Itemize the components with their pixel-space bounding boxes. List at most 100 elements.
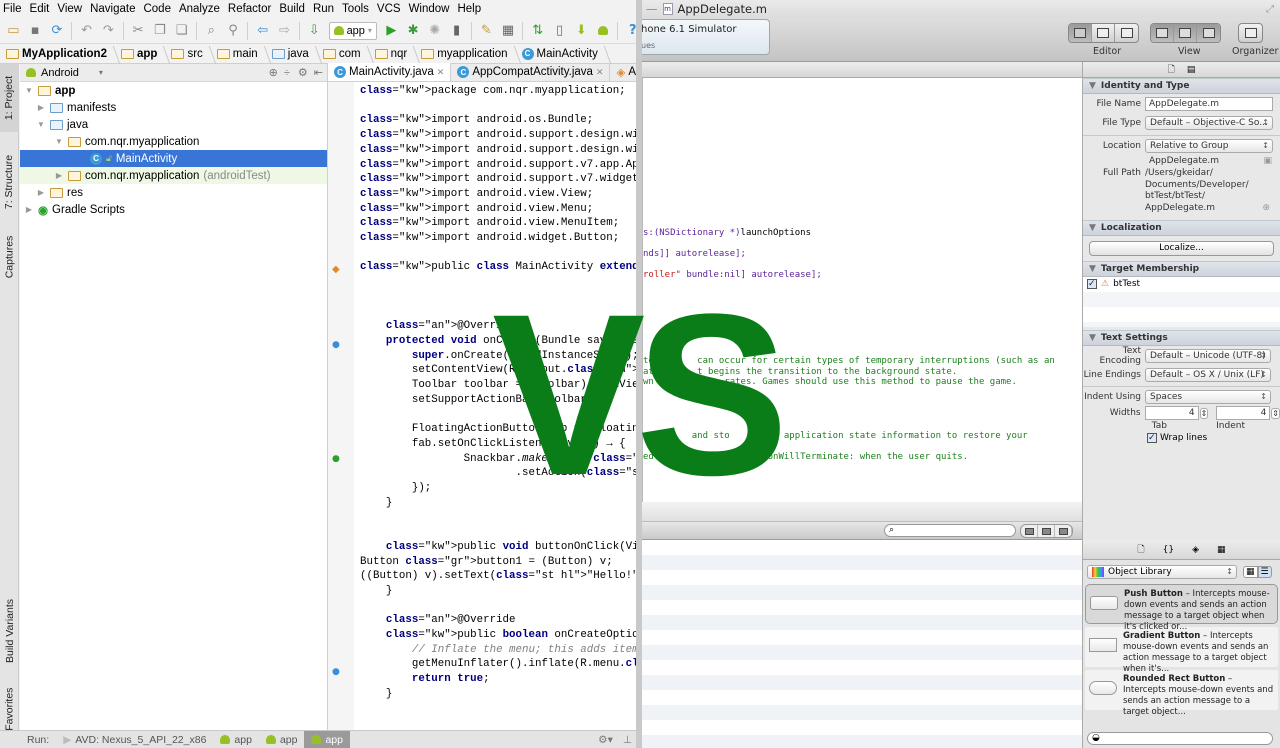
variables-view-icon[interactable] — [1021, 525, 1038, 537]
menu-help[interactable]: Help — [457, 3, 481, 15]
chevron-down-icon[interactable]: ▾ — [99, 68, 103, 77]
tree-node-res[interactable]: ▶ res — [20, 184, 327, 201]
indent-using-popup[interactable]: Spaces — [1145, 389, 1271, 404]
tab-appcompatactivity-java[interactable]: C AppCompatActivity.java ✕ — [451, 63, 611, 81]
gradle-sync-icon[interactable]: ⇅ — [530, 23, 545, 39]
library-item-push-button[interactable]: Push Button – Intercepts mouse-down even… — [1085, 584, 1278, 632]
editor-mode-segmented[interactable] — [1068, 23, 1139, 43]
run-tab-avd[interactable]: ▶ AVD: Nexus_5_API_22_x86 — [56, 731, 213, 748]
tree-node-gradle-scripts[interactable]: ▶ ◉ Gradle Scripts — [20, 201, 327, 218]
breadcrumb-item[interactable]: com — [322, 48, 371, 60]
library-selector[interactable]: Object Library — [1087, 565, 1237, 579]
version-editor-icon[interactable] — [1115, 24, 1138, 42]
collapse-arrow-icon[interactable]: ▶ — [24, 205, 34, 214]
make-project-icon[interactable]: ⇩ — [307, 23, 322, 39]
reveal-folder-icon[interactable]: ▣ — [1263, 155, 1272, 167]
close-icon[interactable]: ✕ — [437, 67, 445, 78]
breadcrumb-item[interactable]: main — [216, 48, 268, 60]
tab-captures[interactable]: Captures — [0, 228, 19, 286]
file-name-field[interactable]: AppDelegate.m — [1145, 96, 1273, 111]
library-item-gradient-button[interactable]: Gradient Button – Intercepts mouse-down … — [1085, 627, 1278, 674]
menu-window[interactable]: Window — [409, 3, 450, 15]
section-localization[interactable]: ▼ Localization — [1083, 220, 1280, 236]
scroll-from-source-icon[interactable]: ⊕ — [269, 66, 278, 79]
location-popup[interactable]: Relative to Group — [1145, 138, 1273, 153]
tree-node-manifests[interactable]: ▶ manifests — [20, 99, 327, 116]
breadcrumb-item[interactable]: nqr — [374, 48, 418, 60]
breadcrumb-item[interactable]: src — [171, 48, 212, 60]
organizer-icon[interactable] — [1239, 24, 1262, 42]
text-encoding-popup[interactable]: Default – Unicode (UTF-8) — [1145, 348, 1271, 363]
source-editor[interactable]: s:(NSDictionary *)launchOptions nds]] au… — [642, 78, 1082, 502]
menu-edit[interactable]: Edit — [30, 3, 50, 15]
menu-navigate[interactable]: Navigate — [90, 3, 135, 15]
assistant-editor-icon[interactable] — [1092, 24, 1115, 42]
section-text-settings[interactable]: ▼ Text Settings — [1083, 330, 1280, 346]
run-tab-app[interactable]: app — [259, 731, 305, 748]
file-template-library-icon[interactable]: 🗋︎ — [1137, 542, 1144, 558]
expand-arrow-icon[interactable]: ▼ — [54, 137, 64, 146]
jump-bar[interactable] — [640, 62, 1082, 78]
collapse-all-icon[interactable]: ÷ — [284, 67, 290, 79]
debug-area-toggle-icon[interactable] — [1174, 24, 1197, 42]
checkbox-checked-icon[interactable]: ✓ — [1147, 433, 1157, 443]
line-endings-popup[interactable]: Default – OS X / Unix (LF) — [1145, 367, 1271, 382]
menu-file[interactable]: File — [3, 3, 22, 15]
breadcrumb-item[interactable]: MyApplication2 — [6, 48, 117, 60]
navigator-toggle-icon[interactable] — [1151, 24, 1174, 42]
sync-icon[interactable]: ⟳ — [50, 23, 65, 39]
open-folder-icon[interactable]: ▭ — [6, 23, 21, 39]
collapse-arrow-icon[interactable]: ▶ — [36, 103, 46, 112]
tab-build-variants[interactable]: Build Variants — [0, 588, 19, 674]
breadcrumb-item[interactable]: C MainActivity — [521, 47, 608, 60]
file-inspector-icon[interactable]: 🗋︎ — [1168, 62, 1175, 78]
copy-icon[interactable]: ❐ — [152, 23, 167, 39]
menu-refactor[interactable]: Refactor — [228, 3, 271, 15]
reveal-in-finder-icon[interactable]: ⊕ — [1262, 203, 1270, 215]
library-item-rounded-rect-button[interactable]: Rounded Rect Button – Intercepts mouse-d… — [1085, 670, 1278, 717]
menu-vcs[interactable]: VCS — [377, 3, 401, 15]
run-config-select[interactable]: app ▾ — [328, 21, 377, 40]
run-tab-app-active[interactable]: app — [304, 730, 350, 748]
gear-icon[interactable]: ⚙▾ — [598, 734, 613, 746]
tab-width-stepper[interactable]: ⇕ — [1199, 407, 1209, 419]
android-sdk-icon[interactable]: ⬇ — [574, 23, 589, 39]
file-type-popup[interactable]: Default – Objective-C So... — [1145, 115, 1273, 130]
grid-view-icon[interactable]: ▦ — [1243, 566, 1258, 578]
pin-icon[interactable]: ⊥ — [623, 734, 632, 746]
tree-node-mainactivity[interactable]: C 🔓︎ MainActivity — [20, 150, 327, 167]
section-target-membership[interactable]: ▼ Target Membership — [1083, 261, 1280, 277]
cut-icon[interactable]: ✂ — [131, 23, 146, 39]
android-icon[interactable] — [596, 23, 611, 39]
collapse-arrow-icon[interactable]: ▶ — [54, 171, 64, 180]
checkbox-checked-icon[interactable]: ✓ — [1087, 279, 1097, 289]
run-tab-app[interactable]: app — [213, 731, 259, 748]
wrap-lines-checkbox[interactable]: ✓ Wrap lines — [1083, 433, 1280, 443]
undo-icon[interactable]: ↶ — [79, 23, 94, 39]
collapse-arrow-icon[interactable]: ▶ — [36, 188, 46, 197]
view-segmented[interactable] — [1150, 23, 1221, 43]
expand-arrow-icon[interactable]: ▼ — [24, 86, 34, 95]
tab-width-field[interactable]: 4 — [1144, 406, 1199, 420]
split-view-icon[interactable] — [1038, 525, 1055, 537]
run-icon[interactable]: ▶ — [384, 23, 399, 39]
save-icon[interactable]: ▪ — [28, 23, 43, 39]
gear-icon[interactable]: ⚙ — [298, 66, 308, 79]
standard-editor-icon[interactable] — [1069, 24, 1092, 42]
paste-icon[interactable]: ❏ — [174, 23, 189, 39]
menu-code[interactable]: Code — [143, 3, 171, 15]
tree-node-package-test[interactable]: ▶ com.nqr.myapplication (androidTest) — [20, 167, 327, 184]
code-snippet-library-icon[interactable]: {} — [1163, 545, 1174, 555]
target-row[interactable]: ✓ ⚠ btTest — [1087, 279, 1276, 289]
indent-width-field[interactable]: 4 — [1216, 406, 1271, 420]
redo-icon[interactable]: ↷ — [101, 23, 116, 39]
expand-arrow-icon[interactable]: ▼ — [36, 120, 46, 129]
tree-node-package[interactable]: ▼ com.nqr.myapplication — [20, 133, 327, 150]
back-icon[interactable]: ⇦ — [255, 23, 270, 39]
breadcrumb-item[interactable]: app — [120, 48, 167, 60]
replace-icon[interactable]: ⚲ — [226, 23, 241, 39]
indent-width-stepper[interactable]: ⇕ — [1271, 407, 1280, 419]
avd-manager-icon[interactable]: ▯ — [552, 23, 567, 39]
project-structure-icon[interactable]: ✎ — [479, 23, 494, 39]
list-view-icon[interactable]: ☰ — [1257, 566, 1272, 578]
